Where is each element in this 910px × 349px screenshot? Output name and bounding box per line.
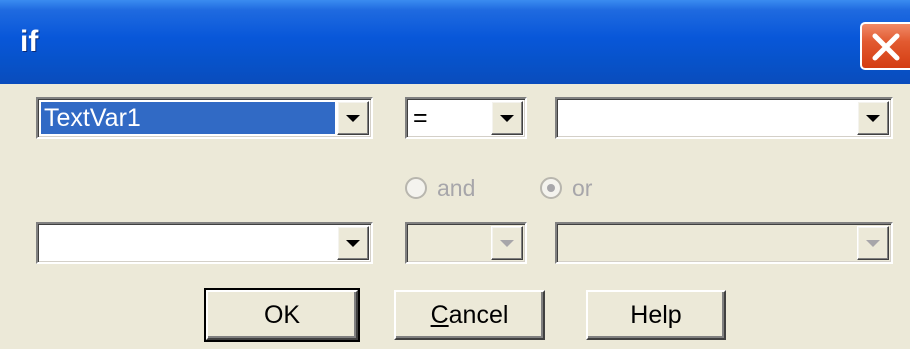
variable-combo-2[interactable] [36,222,373,264]
help-button[interactable]: Help [586,290,726,340]
value-combo-1-value [560,102,855,134]
value-combo-1-dropdown-button[interactable] [857,101,889,135]
operator-combo-1-value: = [413,104,428,132]
operator-combo-1[interactable]: = [405,97,527,139]
chevron-down-icon [500,115,514,122]
cancel-button-label: Cancel [431,301,509,330]
chevron-down-icon [346,115,360,122]
help-button-label: Help [630,300,682,329]
cancel-button[interactable]: Cancel [394,290,545,340]
chevron-down-icon [346,240,360,247]
variable-combo-1-dropdown-button[interactable] [337,101,369,135]
value-combo-1[interactable] [555,97,893,139]
close-button[interactable] [860,22,910,70]
close-icon [872,33,900,61]
and-radio[interactable]: and [405,173,475,203]
value-combo-2[interactable] [555,222,893,264]
dialog-title: if [20,25,39,58]
value-combo-2-value [560,227,855,259]
chevron-down-icon [866,240,880,247]
variable-combo-1[interactable]: TextVar1 [36,97,373,139]
operator-combo-2[interactable] [405,222,527,264]
operator-combo-2-dropdown-button[interactable] [491,226,523,260]
operator-combo-2-value [410,227,489,259]
variable-combo-2-dropdown-button[interactable] [337,226,369,260]
and-radio-label: and [437,174,476,201]
value-combo-2-dropdown-button[interactable] [857,226,889,260]
and-radio-circle [405,177,427,199]
or-radio-label: or [572,174,593,201]
variable-combo-1-value: TextVar1 [41,102,335,134]
title-bar[interactable]: if [0,0,910,84]
or-radio-selected-dot [547,184,555,192]
operator-combo-1-dropdown-button[interactable] [491,101,523,135]
cancel-label-rest: ancel [448,300,509,329]
or-radio-circle [540,177,562,199]
chevron-down-icon [866,115,880,122]
or-radio[interactable]: or [540,173,592,203]
if-dialog: if TextVar1 = and or OK Cancel Help [0,0,910,349]
chevron-down-icon [500,240,514,247]
ok-button[interactable]: OK [204,288,360,342]
ok-button-label: OK [263,300,301,329]
variable-combo-2-value [41,227,335,259]
cancel-mnemonic: C [430,300,449,329]
